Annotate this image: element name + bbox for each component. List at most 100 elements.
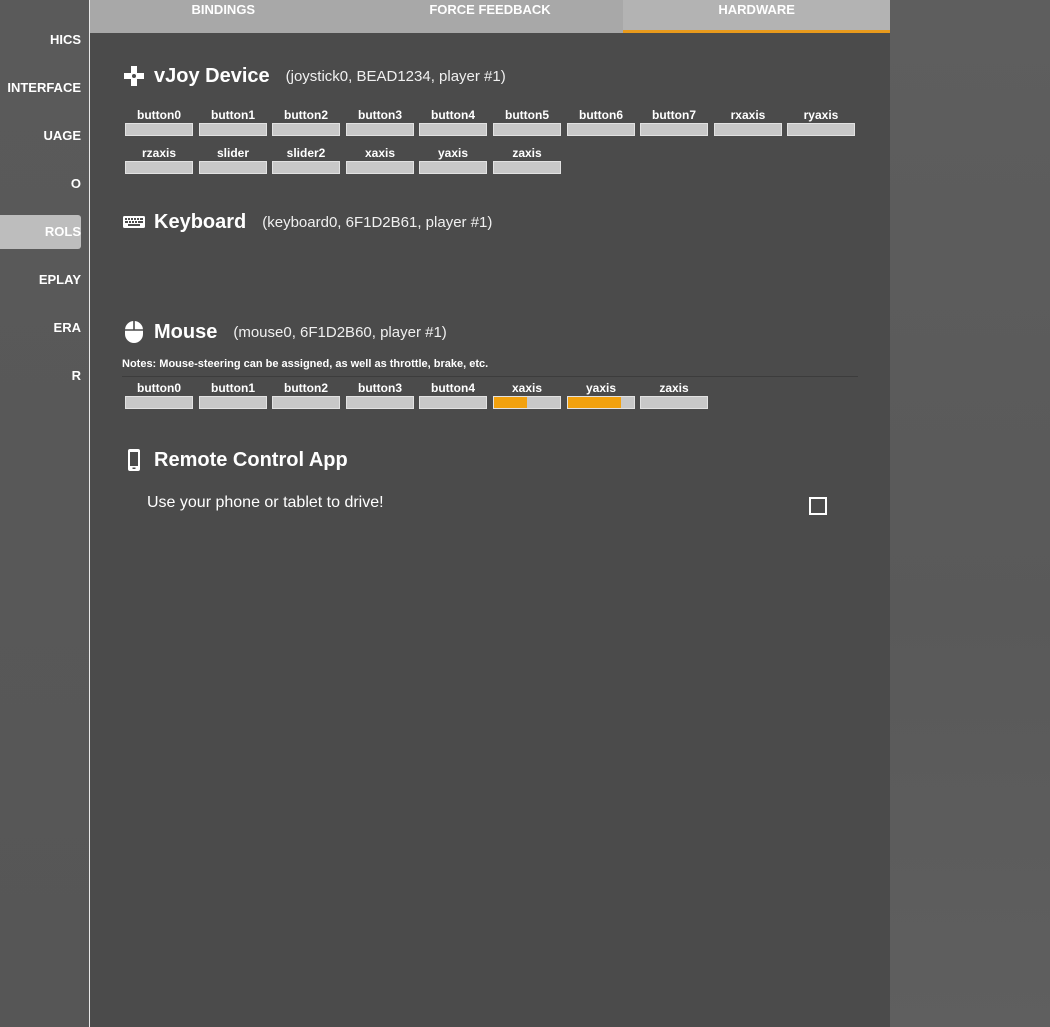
sidebar-item-audio[interactable]: O [0, 167, 81, 201]
tab-force-feedback[interactable]: FORCE FEEDBACK [357, 0, 624, 33]
keyboard-icon [122, 210, 146, 234]
tab-bar: BINDINGS FORCE FEEDBACK HARDWARE [90, 0, 891, 33]
binding-level-bar [567, 123, 635, 136]
sidebar-item-graphics[interactable]: HICS [0, 23, 81, 57]
binding-indicator: button1 [199, 108, 267, 136]
remote-section-header: Remote Control App [122, 448, 348, 472]
keyboard-device-info: (keyboard0, 6F1D2B61, player #1) [262, 213, 493, 231]
mouse-notes: Notes: Mouse-steering can be assigned, a… [122, 358, 858, 377]
binding-level-bar [714, 123, 782, 136]
binding-indicator: button4 [419, 108, 487, 136]
binding-label: button3 [358, 108, 402, 122]
gamepad-icon [122, 64, 146, 88]
binding-indicator: button6 [567, 108, 635, 136]
sidebar-item-language[interactable]: UAGE [0, 119, 81, 153]
mouse-title: Mouse [154, 320, 218, 343]
binding-level-bar [640, 123, 708, 136]
binding-indicator: button3 [346, 381, 414, 409]
sidebar-item-label: R [71, 368, 81, 383]
vjoy-device-info: (joystick0, BEAD1234, player #1) [285, 67, 506, 85]
binding-label: button3 [358, 381, 402, 395]
binding-level-fill [494, 397, 527, 408]
binding-level-bar [125, 161, 193, 174]
binding-label: button0 [137, 108, 181, 122]
keyboard-title: Keyboard [154, 210, 247, 233]
binding-indicator: yaxis [419, 146, 487, 174]
binding-indicator: xaxis [346, 146, 414, 174]
sidebar-item-label: UAGE [43, 128, 81, 143]
binding-label: rzaxis [141, 146, 177, 160]
binding-level-bar [493, 396, 561, 409]
binding-label: ryaxis [803, 108, 839, 122]
sidebar-item-interface[interactable]: INTERFACE [0, 71, 81, 105]
binding-label: button4 [431, 381, 475, 395]
binding-label: button6 [579, 108, 623, 122]
binding-indicator: zaxis [640, 381, 708, 409]
sidebar-item-label: ROLS [44, 224, 81, 239]
binding-indicator: button2 [272, 108, 340, 136]
binding-indicator: ryaxis [787, 108, 855, 136]
binding-label: button4 [431, 108, 475, 122]
background-area [890, 0, 1050, 1027]
binding-label: button2 [284, 381, 328, 395]
binding-indicator: rxaxis [714, 108, 782, 136]
binding-label: yaxis [585, 381, 617, 395]
binding-level-bar [272, 161, 340, 174]
binding-level-bar [493, 161, 561, 174]
binding-label: button2 [284, 108, 328, 122]
binding-indicator: button0 [125, 381, 193, 409]
remote-title: Remote Control App [154, 448, 348, 471]
binding-level-bar [493, 123, 561, 136]
sidebar-item-label: ERA [53, 320, 81, 335]
binding-indicator: button5 [493, 108, 561, 136]
sidebar-item-label: O [70, 176, 81, 191]
binding-label: button1 [211, 381, 255, 395]
sidebar-item-other[interactable]: R [0, 359, 81, 393]
binding-level-bar [567, 396, 635, 409]
sidebar-item-label: EPLAY [38, 272, 81, 287]
binding-level-fill [568, 397, 621, 408]
sidebar-item-label: HICS [49, 32, 81, 47]
sidebar-item-controls[interactable]: ROLS [0, 215, 81, 249]
binding-indicator: xaxis [493, 381, 561, 409]
mouse-device-info: (mouse0, 6F1D2B60, player #1) [233, 323, 447, 341]
vjoy-title: vJoy Device [154, 64, 270, 87]
binding-level-bar [125, 123, 193, 136]
hardware-panel: BINDINGS FORCE FEEDBACK HARDWARE vJoy De… [89, 0, 891, 1027]
tab-bindings[interactable]: BINDINGS [90, 0, 357, 33]
keyboard-section-header: Keyboard (keyboard0, 6F1D2B61, player #1… [122, 210, 492, 234]
binding-label: button7 [652, 108, 696, 122]
remote-option-label: Use your phone or tablet to drive! [147, 494, 384, 511]
binding-level-bar [419, 396, 487, 409]
binding-label: rxaxis [730, 108, 766, 122]
binding-label: slider [216, 146, 249, 160]
binding-label: zaxis [659, 381, 689, 395]
binding-level-bar [125, 396, 193, 409]
binding-label: xaxis [364, 146, 396, 160]
binding-indicator: yaxis [567, 381, 635, 409]
binding-indicator: button7 [640, 108, 708, 136]
binding-indicator: rzaxis [125, 146, 193, 174]
binding-level-bar [640, 396, 708, 409]
binding-label: slider2 [286, 146, 326, 160]
mouse-icon [122, 320, 146, 344]
sidebar-item-label: INTERFACE [7, 80, 81, 95]
binding-indicator: button2 [272, 381, 340, 409]
binding-indicator: button4 [419, 381, 487, 409]
mouse-section-header: Mouse (mouse0, 6F1D2B60, player #1) [122, 320, 447, 344]
sidebar-item-gameplay[interactable]: EPLAY [0, 263, 81, 297]
sidebar-item-camera[interactable]: ERA [0, 311, 81, 345]
binding-indicator: zaxis [493, 146, 561, 174]
binding-level-bar [199, 161, 267, 174]
remote-control-checkbox[interactable] [809, 497, 827, 515]
tab-hardware[interactable]: HARDWARE [623, 0, 891, 33]
binding-level-bar [272, 396, 340, 409]
sidebar: HICS INTERFACE UAGE O ROLS EPLAY ERA R [0, 0, 89, 1027]
vjoy-section-header: vJoy Device (joystick0, BEAD1234, player… [122, 64, 506, 88]
binding-indicator: button1 [199, 381, 267, 409]
phone-icon [122, 448, 146, 472]
binding-level-bar [346, 161, 414, 174]
binding-label: yaxis [437, 146, 469, 160]
binding-indicator: button0 [125, 108, 193, 136]
binding-label: button5 [505, 108, 549, 122]
